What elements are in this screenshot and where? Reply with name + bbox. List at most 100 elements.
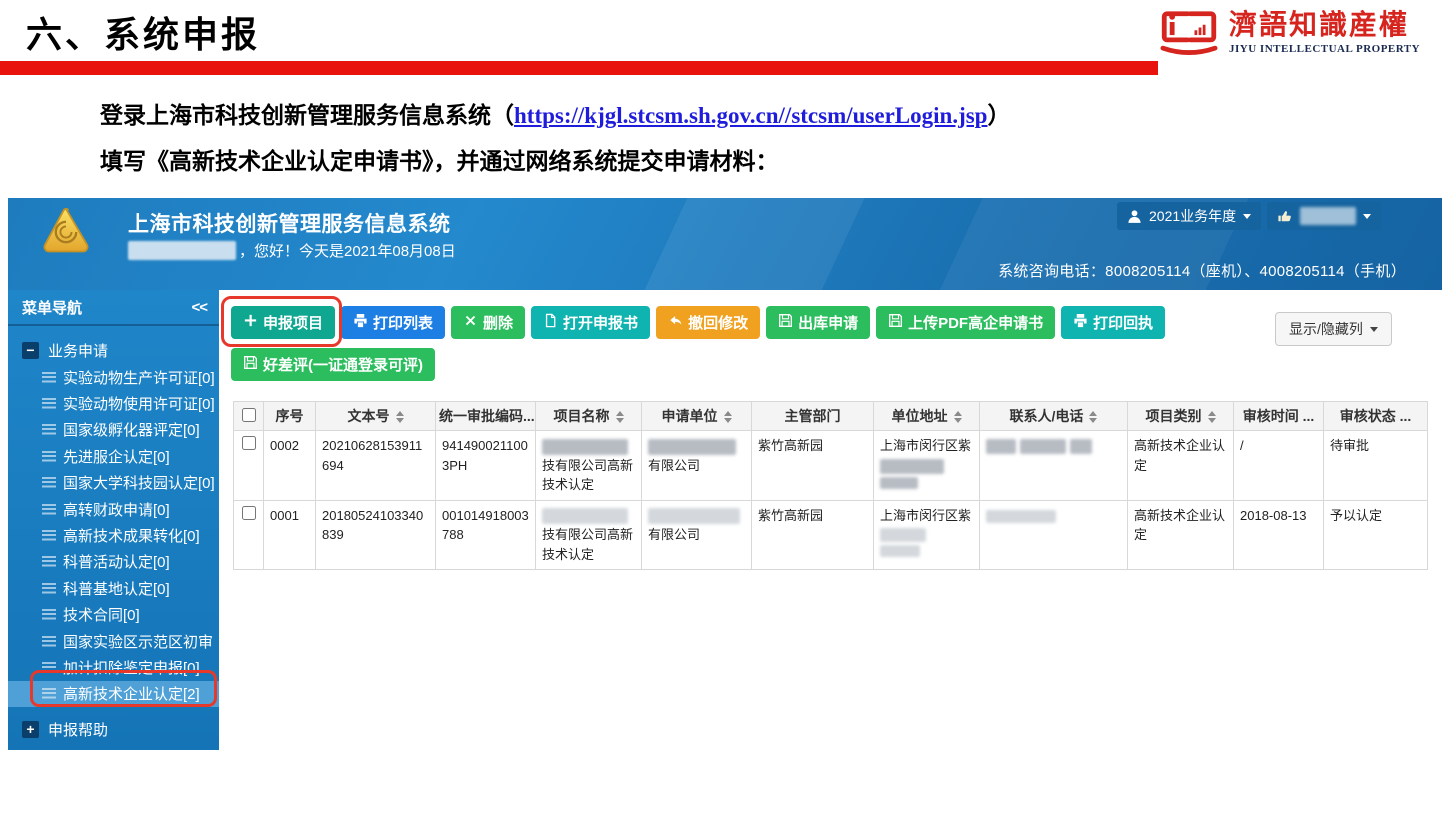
column-header: 项目类别 xyxy=(1128,402,1234,431)
redacted-text xyxy=(1070,439,1092,454)
redacted-account-name xyxy=(1300,207,1356,225)
column-header: 序号 xyxy=(264,402,316,431)
outbound-request-button[interactable]: 出库申请 xyxy=(766,306,870,339)
print-receipt-button[interactable]: 打印回执 xyxy=(1061,306,1165,339)
column-header xyxy=(234,402,264,431)
slide-page: 六、系统申报 濟語知識産權 JIYU INTELLECTUAL PROPERTY… xyxy=(0,0,1450,816)
redacted-text xyxy=(880,545,920,557)
projects-table: 序号文本号统一审批编码...项目名称申请单位主管部门单位地址联系人/电话项目类别… xyxy=(233,401,1428,570)
app-header: 上海市科技创新管理服务信息系统 ，您好！今天是2021年08月08日 2021业… xyxy=(8,198,1442,290)
chevron-down-icon xyxy=(1243,214,1251,223)
list-icon xyxy=(42,636,56,647)
instruction-line-2: 填写《高新技术企业认定申请书》，并通过网络系统提交申请材料： xyxy=(100,142,779,176)
row-checkbox[interactable] xyxy=(242,436,256,450)
sort-icon[interactable] xyxy=(616,411,624,423)
list-icon xyxy=(42,398,56,409)
sidebar-item[interactable]: 高新技术企业认定[2] xyxy=(8,681,219,707)
brand-logo: 濟語知識産權 JIYU INTELLECTUAL PROPERTY xyxy=(1156,2,1448,64)
column-header: 主管部门 xyxy=(752,402,874,431)
save-icon xyxy=(778,313,793,332)
list-icon xyxy=(42,477,56,488)
sort-icon[interactable] xyxy=(724,411,732,423)
printer-icon xyxy=(1073,313,1088,332)
table-row[interactable]: 000120180524103340839001014918003788技有限公… xyxy=(234,500,1428,570)
sidebar-item[interactable]: 实验动物生产许可证[0] xyxy=(8,364,219,390)
expand-plus-icon: + xyxy=(22,721,39,738)
toolbar-row-2: 好差评(一证通登录可评) xyxy=(231,348,435,381)
sidebar-item[interactable]: 高新技术成果转化[0] xyxy=(8,522,219,548)
app-logo-icon xyxy=(38,206,94,258)
redacted-text xyxy=(986,439,1016,454)
list-icon xyxy=(42,688,56,699)
main-content: 申报项目打印列表删除打开申报书撤回修改出库申请上传PDF高企申请书打印回执 好差… xyxy=(219,290,1442,763)
sidebar-item[interactable]: 先进服企认定[0] xyxy=(8,443,219,469)
sidebar-collapse-button[interactable]: << xyxy=(191,299,207,316)
save-icon xyxy=(888,313,903,332)
delete-button[interactable]: 删除 xyxy=(451,306,525,339)
redacted-text xyxy=(986,510,1056,523)
login-url-link[interactable]: https://kjgl.stcsm.sh.gov.cn//stcsm/user… xyxy=(514,103,987,128)
column-header: 审核时间 ... xyxy=(1234,402,1324,431)
user-account-dropdown[interactable] xyxy=(1267,202,1381,230)
column-header: 项目名称 xyxy=(536,402,642,431)
chevron-down-icon xyxy=(1363,214,1371,223)
redacted-text xyxy=(542,508,628,524)
redacted-text xyxy=(648,439,736,455)
declare-project-button[interactable]: 申报项目 xyxy=(231,306,335,339)
list-icon xyxy=(42,530,56,541)
upload-pdf-application-button[interactable]: 上传PDF高企申请书 xyxy=(876,306,1055,339)
table-row[interactable]: 0002202106281539116949414900211003PH技有限公… xyxy=(234,431,1428,501)
list-icon xyxy=(42,424,56,435)
brand-name-en: JIYU INTELLECTUAL PROPERTY xyxy=(1229,43,1420,55)
sort-icon[interactable] xyxy=(1089,411,1097,423)
support-phone-line: 系统咨询电话：8008205114（座机）、4008205114（手机） xyxy=(998,260,1406,281)
app-screenshot: 上海市科技创新管理服务信息系统 ，您好！今天是2021年08月08日 2021业… xyxy=(8,198,1442,763)
list-icon xyxy=(42,609,56,620)
open-book-icon xyxy=(1156,4,1222,62)
print-list-button[interactable]: 打印列表 xyxy=(341,306,445,339)
brand-name-cn: 濟語知識産權 xyxy=(1229,11,1420,40)
sidebar-item[interactable]: 加计扣除鉴定申报[0] xyxy=(8,654,219,680)
instruction-line-1: 登录上海市科技创新管理服务信息系统（https://kjgl.stcsm.sh.… xyxy=(100,96,1010,130)
plus-icon xyxy=(243,313,258,332)
column-header: 申请单位 xyxy=(642,402,752,431)
list-icon xyxy=(42,662,56,673)
business-year-dropdown[interactable]: 2021业务年度 xyxy=(1117,202,1261,230)
sort-icon[interactable] xyxy=(396,411,404,423)
thumb-up-icon xyxy=(1277,209,1292,224)
list-icon xyxy=(42,451,56,462)
sidebar-item[interactable]: 技术合同[0] xyxy=(8,602,219,628)
sidebar-item[interactable]: 国家大学科技园认定[0] xyxy=(8,470,219,496)
column-header: 单位地址 xyxy=(874,402,980,431)
column-header: 联系人/电话 xyxy=(980,402,1128,431)
sidebar-group-help[interactable]: + 申报帮助 xyxy=(8,715,219,743)
x-icon xyxy=(463,313,478,332)
withdraw-revision-button[interactable]: 撤回修改 xyxy=(656,306,760,339)
sidebar-item[interactable]: 实验动物使用许可证[0] xyxy=(8,390,219,416)
rating-button[interactable]: 好差评(一证通登录可评) xyxy=(231,348,435,381)
sort-icon[interactable] xyxy=(954,411,962,423)
column-header: 文本号 xyxy=(316,402,436,431)
sidebar-group-business[interactable]: − 业务申请 xyxy=(8,336,219,364)
column-header: 统一审批编码... xyxy=(436,402,536,431)
row-checkbox[interactable] xyxy=(242,506,256,520)
sidebar-item[interactable]: 科普活动认定[0] xyxy=(8,549,219,575)
sidebar-item[interactable]: 国家级孵化器评定[0] xyxy=(8,417,219,443)
list-icon xyxy=(42,556,56,567)
document-icon xyxy=(543,313,558,332)
sidebar: 菜单导航 << − 业务申请 实验动物生产许可证[0]实验动物使用许可证[0]国… xyxy=(8,290,219,750)
toolbar-row-1: 申报项目打印列表删除打开申报书撤回修改出库申请上传PDF高企申请书打印回执 xyxy=(231,306,1165,339)
list-icon xyxy=(42,372,56,383)
app-title: 上海市科技创新管理服务信息系统 xyxy=(128,208,451,238)
list-icon xyxy=(42,504,56,515)
open-application-button[interactable]: 打开申报书 xyxy=(531,306,650,339)
column-header: 审核状态 ... xyxy=(1324,402,1428,431)
sidebar-item[interactable]: 科普基地认定[0] xyxy=(8,575,219,601)
redacted-text xyxy=(880,528,926,542)
sidebar-item[interactable]: 高转财政申请[0] xyxy=(8,496,219,522)
select-all-checkbox[interactable] xyxy=(242,408,256,422)
sort-icon[interactable] xyxy=(1208,411,1216,423)
sidebar-item[interactable]: 国家实验区示范区初审 xyxy=(8,628,219,654)
undo-icon xyxy=(668,313,683,332)
show-hide-columns-button[interactable]: 显示/隐藏列 xyxy=(1275,312,1392,346)
